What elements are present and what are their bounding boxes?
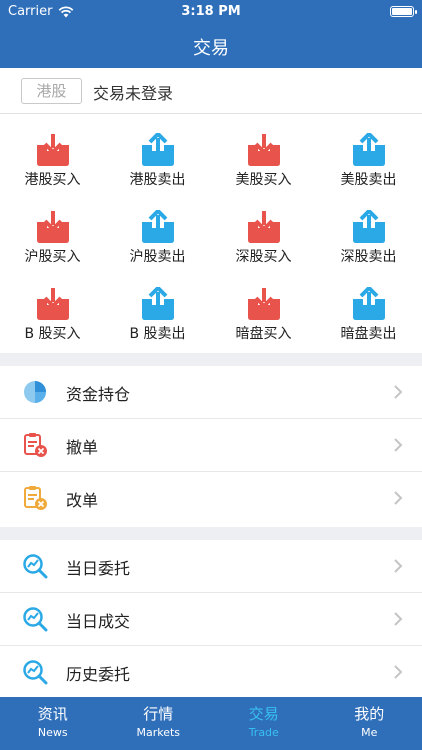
tray-upload-icon <box>142 210 174 243</box>
tab-bar: 资讯 News 行情 Markets 交易 Trade 我的 Me <box>0 697 422 750</box>
section-divider <box>0 527 422 540</box>
tray-download-icon <box>37 211 69 243</box>
tray-upload-icon <box>142 287 174 320</box>
login-status-text: 交易未登录 <box>93 84 174 103</box>
section-divider <box>0 353 422 366</box>
tray-download-icon <box>37 288 69 320</box>
grid-item-sz-sell[interactable]: 深股卖出 <box>316 192 421 269</box>
menu-group-orders: 当日委托 当日成交 历史委托 <box>0 540 422 699</box>
battery-icon <box>390 6 417 17</box>
tab-sublabel: Trade <box>248 726 279 739</box>
magnifier-chart-icon <box>23 660 48 685</box>
tray-upload-icon <box>353 287 385 320</box>
clock: 3:18 PM <box>181 4 241 19</box>
menu-item-label: 当日委托 <box>66 559 131 578</box>
chevron-right-icon <box>394 665 403 679</box>
tab-sublabel: Me <box>361 726 378 739</box>
menu-item-modify-order[interactable]: 改单 <box>0 472 422 525</box>
pie-chart-icon <box>24 381 46 403</box>
menu-item-label: 当日成交 <box>66 612 131 631</box>
tab-sublabel: Markets <box>136 726 181 739</box>
clipboard-edit-icon <box>24 486 47 510</box>
tab-trade[interactable]: 交易 Trade <box>211 697 317 750</box>
grid-item-sh-buy[interactable]: 沪股买入 <box>0 192 105 269</box>
grid-item-dark-buy[interactable]: 暗盘买入 <box>211 269 316 346</box>
grid-item-us-buy[interactable]: 美股买入 <box>211 115 316 192</box>
grid-item-label: B 股买入 <box>24 326 81 342</box>
grid-item-label: 沪股卖出 <box>129 249 186 265</box>
tray-download-icon <box>37 134 69 166</box>
trade-action-grid: 港股买入 港股卖出 美股买入 美股卖出 沪股买入 沪股卖出 深股买入 深股卖出 … <box>0 115 422 353</box>
grid-item-dark-sell[interactable]: 暗盘卖出 <box>316 269 421 346</box>
grid-item-sz-buy[interactable]: 深股买入 <box>211 192 316 269</box>
grid-item-hk-buy[interactable]: 港股买入 <box>0 115 105 192</box>
tab-label: 行情 <box>143 705 174 723</box>
magnifier-chart-icon <box>23 554 48 579</box>
magnifier-chart-icon <box>23 607 48 632</box>
chevron-right-icon <box>394 438 403 452</box>
grid-item-label: B 股卖出 <box>129 326 186 342</box>
menu-item-label: 历史委托 <box>66 665 131 684</box>
menu-item-label: 撤单 <box>66 438 99 457</box>
tab-markets[interactable]: 行情 Markets <box>106 697 212 750</box>
chevron-right-icon <box>394 491 403 505</box>
tab-label: 资讯 <box>37 705 68 723</box>
grid-item-hk-sell[interactable]: 港股卖出 <box>105 115 210 192</box>
menu-item-today-orders[interactable]: 当日委托 <box>0 540 422 593</box>
grid-item-us-sell[interactable]: 美股卖出 <box>316 115 421 192</box>
grid-item-b-buy[interactable]: B 股买入 <box>0 269 105 346</box>
menu-group-positions: 资金持仓 撤单 改单 <box>0 366 422 525</box>
nav-bar: 交易 <box>0 24 422 68</box>
grid-item-b-sell[interactable]: B 股卖出 <box>105 269 210 346</box>
tab-me[interactable]: 我的 Me <box>317 697 422 750</box>
tab-sublabel: News <box>37 726 68 739</box>
grid-item-label: 美股买入 <box>235 172 292 188</box>
grid-item-label: 暗盘买入 <box>235 326 292 342</box>
menu-item-funds-positions[interactable]: 资金持仓 <box>0 366 422 419</box>
tab-label: 交易 <box>248 705 279 723</box>
menu-item-today-trades[interactable]: 当日成交 <box>0 593 422 646</box>
login-status-row[interactable]: 港股 交易未登录 <box>0 68 422 114</box>
chevron-right-icon <box>394 559 403 573</box>
menu-item-history-orders[interactable]: 历史委托 <box>0 646 422 699</box>
tray-download-icon <box>248 134 280 166</box>
menu-item-cancel-order[interactable]: 撤单 <box>0 419 422 472</box>
page-title: 交易 <box>193 38 229 59</box>
grid-item-label: 美股卖出 <box>340 172 397 188</box>
grid-item-label: 暗盘卖出 <box>340 326 397 342</box>
market-tag-button[interactable]: 港股 <box>21 78 82 104</box>
tray-download-icon <box>248 211 280 243</box>
grid-item-label: 港股买入 <box>24 172 81 188</box>
grid-item-label: 深股卖出 <box>340 249 397 265</box>
chevron-right-icon <box>394 612 403 626</box>
status-bar: Carrier 3:18 PM <box>0 0 422 24</box>
grid-item-label: 港股卖出 <box>129 172 186 188</box>
tray-upload-icon <box>353 133 385 166</box>
tab-news[interactable]: 资讯 News <box>0 697 106 750</box>
tray-upload-icon <box>142 133 174 166</box>
tray-upload-icon <box>353 210 385 243</box>
grid-item-label: 深股买入 <box>235 249 292 265</box>
grid-item-label: 沪股买入 <box>24 249 81 265</box>
chevron-right-icon <box>394 385 403 399</box>
menu-item-label: 资金持仓 <box>66 385 131 404</box>
clipboard-cancel-icon <box>24 433 47 457</box>
tray-download-icon <box>248 288 280 320</box>
menu-item-label: 改单 <box>66 491 99 510</box>
grid-item-sh-sell[interactable]: 沪股卖出 <box>105 192 210 269</box>
tab-label: 我的 <box>354 705 385 723</box>
